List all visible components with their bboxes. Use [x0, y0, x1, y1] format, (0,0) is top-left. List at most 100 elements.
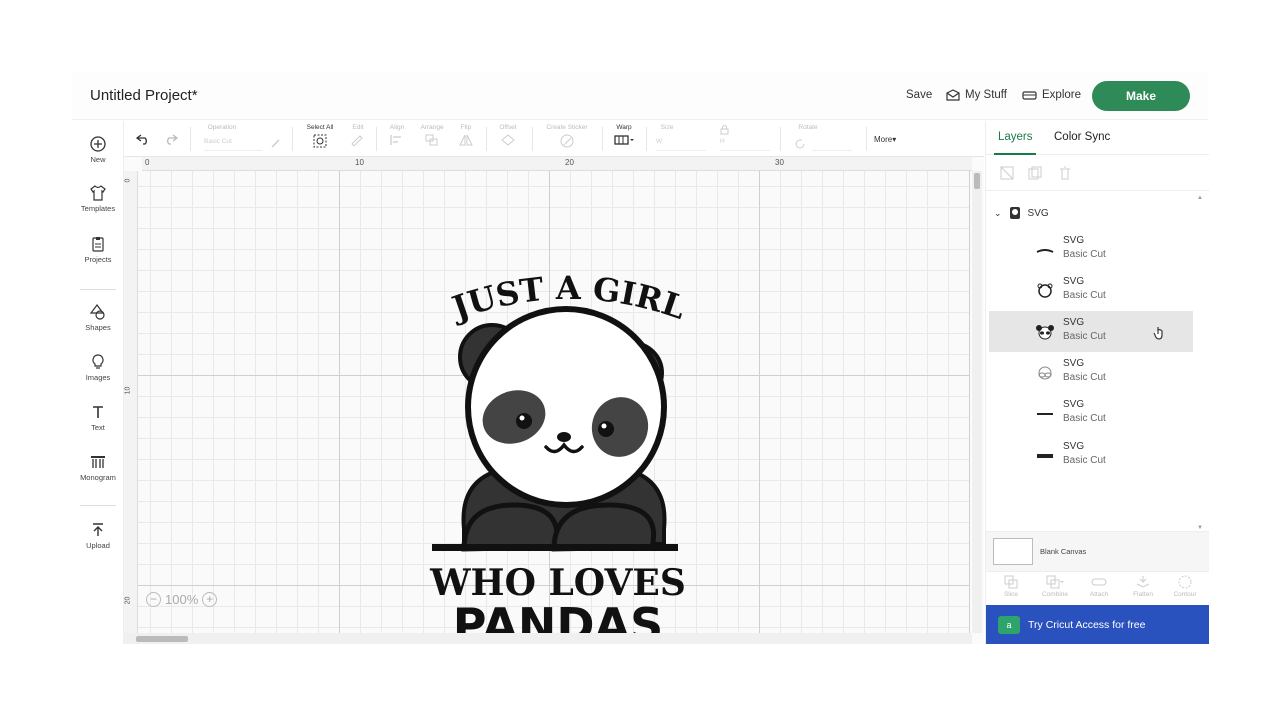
sidebar-item-templates[interactable]: Templates	[72, 184, 124, 213]
scroll-thumb[interactable]	[136, 636, 188, 642]
action-label: Contour	[1173, 591, 1197, 598]
zoom-control: − 100% +	[146, 589, 218, 609]
toolbar-divider	[646, 127, 647, 151]
contour-button[interactable]: Contour	[1168, 575, 1202, 598]
layer-item[interactable]: SVG Basic Cut	[989, 270, 1193, 311]
layer-operation: Basic Cut	[1063, 290, 1106, 301]
clipboard-icon	[92, 237, 104, 252]
layer-item-selected[interactable]: SVG Basic Cut	[989, 311, 1193, 352]
operation-select[interactable]: Basic Cut	[204, 138, 262, 151]
vertical-scrollbar[interactable]	[972, 171, 982, 633]
layer-operation: Basic Cut	[1063, 413, 1106, 424]
lock-icon[interactable]	[720, 125, 729, 135]
sidebar-label: Projects	[84, 255, 112, 264]
select-all-button[interactable]: Select All	[300, 124, 340, 148]
offset-button[interactable]: Offset	[492, 124, 524, 146]
layer-item[interactable]: SVG Basic Cut	[989, 393, 1193, 434]
flatten-button[interactable]: Flatten	[1126, 575, 1160, 598]
sidebar-item-monogram[interactable]: Monogram	[72, 453, 124, 482]
combine-button[interactable]: Combine	[1038, 575, 1072, 598]
ruler-mark: 0	[145, 158, 150, 167]
ruler-mark: 30	[775, 158, 784, 167]
arrange-button[interactable]: Arrange	[414, 124, 450, 146]
warp-button[interactable]: Warp	[608, 124, 640, 146]
ruler-top: 0 10 20 30	[142, 157, 972, 171]
sidebar-item-text[interactable]: Text	[72, 403, 124, 432]
slice-button[interactable]: Slice	[994, 575, 1028, 598]
rotate-icon	[795, 139, 805, 149]
group-name: SVG	[1027, 207, 1049, 219]
blank-canvas-row[interactable]: Blank Canvas	[986, 531, 1209, 571]
tab-layers[interactable]: Layers	[998, 131, 1033, 143]
layer-operation: Basic Cut	[1063, 372, 1106, 383]
my-stuff-label: My Stuff	[965, 89, 1007, 101]
create-sticker-button[interactable]: Create Sticker	[538, 124, 596, 148]
redo-icon[interactable]	[164, 133, 178, 145]
layer-group-svg[interactable]: ⌄ SVG	[994, 205, 1049, 221]
group-icon[interactable]	[1000, 166, 1014, 180]
flatten-icon	[1136, 576, 1150, 588]
flip-label: Flip	[460, 124, 472, 131]
sidebar-item-shapes[interactable]: Shapes	[72, 303, 124, 332]
layer-item[interactable]: SVG Basic Cut	[989, 352, 1193, 393]
panda-design[interactable]: JUST A GIRL WHO LOVES PANDAS	[424, 269, 714, 649]
zoom-in-button[interactable]: +	[202, 591, 218, 607]
my-stuff-button[interactable]: My Stuff	[946, 89, 1007, 101]
shirt-icon	[90, 185, 106, 201]
scroll-up-icon[interactable]: ▲	[1197, 195, 1203, 201]
horizontal-scrollbar[interactable]	[124, 633, 972, 644]
layer-item[interactable]: SVG Basic Cut	[989, 435, 1193, 476]
create-sticker-label: Create Sticker	[546, 124, 588, 131]
header-bar: Untitled Project* Save My Stuff Explore …	[72, 72, 1208, 120]
sidebar-label: New	[90, 155, 106, 164]
panda-group-icon	[1009, 207, 1020, 219]
scroll-thumb[interactable]	[974, 173, 980, 189]
layers-scrollbar[interactable]: ▲ ▼	[1197, 195, 1205, 531]
edit-button[interactable]: Edit	[344, 124, 372, 146]
design-canvas[interactable]: 0 10 20 30 0 10 20 JUST A GIRL WHO LOVES…	[124, 157, 984, 649]
panda-eye-left	[516, 413, 532, 429]
monogram-icon	[91, 456, 105, 468]
sidebar-item-projects[interactable]: Projects	[72, 235, 124, 264]
explore-label: Explore	[1042, 89, 1081, 101]
width-input[interactable]: W	[656, 138, 706, 151]
action-label: Combine	[1041, 591, 1068, 598]
ruler-mark: 20	[124, 596, 132, 605]
chevron-down-icon[interactable]: ⌄	[994, 208, 1002, 219]
undo-icon[interactable]	[136, 133, 150, 145]
align-button[interactable]: Align	[382, 124, 412, 146]
layer-name: SVG	[1063, 399, 1085, 410]
sidebar-item-upload[interactable]: Upload	[72, 521, 124, 550]
select-all-label: Select All	[306, 124, 334, 131]
save-button[interactable]: Save	[906, 89, 932, 101]
warp-label: Warp	[616, 124, 632, 131]
sidebar-item-images[interactable]: Images	[72, 353, 124, 382]
action-label: Flatten	[1133, 591, 1153, 598]
canvas-color-swatch[interactable]	[993, 538, 1033, 565]
panda-face-icon	[1036, 325, 1054, 340]
project-title[interactable]: Untitled Project*	[90, 87, 198, 104]
align-label: Align	[389, 124, 405, 131]
sidebar-label: Text	[91, 423, 105, 432]
cricut-access-banner[interactable]: a Try Cricut Access for free	[986, 605, 1209, 644]
delete-icon[interactable]	[1058, 166, 1072, 180]
machine-icon	[1022, 90, 1037, 100]
zoom-out-button[interactable]: −	[146, 591, 161, 607]
attach-button[interactable]: Attach	[1082, 575, 1116, 598]
layer-name: SVG	[1063, 317, 1085, 328]
design-divider-line	[432, 544, 678, 551]
explore-button[interactable]: Explore	[1022, 89, 1081, 101]
layer-actions-bar	[986, 155, 1209, 191]
toolbar-divider	[376, 127, 377, 151]
sidebar-item-new[interactable]: New	[72, 135, 124, 164]
shapes-icon	[89, 304, 105, 320]
duplicate-icon[interactable]	[1028, 166, 1042, 180]
height-input[interactable]: H	[720, 138, 770, 151]
tab-color-sync[interactable]: Color Sync	[1054, 131, 1110, 143]
more-button[interactable]: More▾	[874, 135, 896, 144]
make-button[interactable]: Make	[1092, 81, 1190, 111]
rotate-input[interactable]	[812, 138, 852, 151]
layer-item[interactable]: SVG Basic Cut	[989, 229, 1193, 270]
flip-button[interactable]: Flip	[452, 124, 480, 146]
edit-toolbar: Operation Basic Cut Select All Edit Alig…	[124, 121, 984, 157]
